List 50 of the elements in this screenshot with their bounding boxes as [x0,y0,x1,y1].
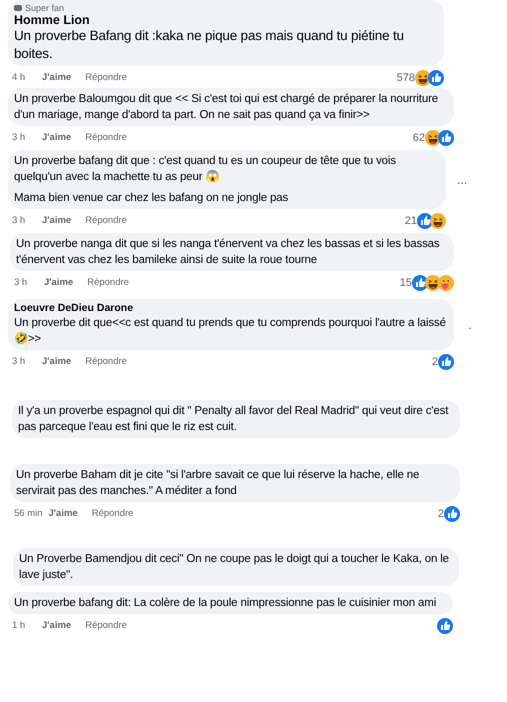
comment-time: 1 h [12,618,26,633]
like-reaction-icon [444,506,460,522]
like-link[interactable]: J'aime [42,70,72,86]
laughing-face-icon [430,213,446,229]
author-name: Homme Lion [14,13,91,27]
like-link[interactable]: J'aime [42,214,72,228]
author-name: Loeuvre DeDieu Darone [14,302,134,315]
reaction-count: 2 [432,354,438,370]
reply-link[interactable]: Répondre [85,618,127,634]
comment-text: Un proverbe Baham dit je cite "si l'arbre savait ce que lui réserve la hache, elle ne servirait pas des manches." A méditer a fond [16,468,420,499]
like-reaction-icon [438,130,454,146]
reaction-count: 21 [404,214,417,229]
like-link[interactable]: J'aime [42,618,72,634]
reaction-count: 15 [400,276,412,291]
comment-text: Il y'a un proverbe espagnol qui dit " Penalty all favor del Real Madrid" qui veut dire c'est pas parceque l'eau est fini que le riz est cuit. [18,404,450,435]
hugging-face-icon [438,275,454,291]
comment-time: 3 h [12,354,26,369]
reply-link[interactable]: Répondre [85,130,127,146]
badge-label: Super fan [25,3,64,13]
badge-icon [14,5,22,11]
reply-link[interactable]: Répondre [85,70,127,86]
comment-time: 3 h [12,130,26,145]
comment-text: Un proverbe bafang dit que : c'est quand tu es un coupeur de tête que tu vois quelqu'un avec la machette tu as peur 😱 [14,154,397,185]
comment-text: Un proverbe nanga dit que si les nanga t'énervent va chez les bassas et si les bassas t'énervent vas chez les bamileke ainsi de suite la roue tourne [16,237,441,268]
reaction-count: 578 [396,70,415,86]
comment-time: 4 h [12,70,26,85]
like-link[interactable]: J'aime [42,130,72,146]
like-reaction-icon [428,70,444,86]
comment-text: Un proverbe dit que<<c est quand tu prends que tu comprends pourquoi l'autre a laissé 🤣>> [14,316,447,347]
more-options-button[interactable]: . [462,314,478,334]
comment-text: Un proverbe bafang dit: La colère de la poule nimpressionne pas le cuisinier mon ami [14,596,438,611]
like-link[interactable]: J'aime [42,354,72,370]
like-link[interactable]: J'aime [44,276,74,290]
reaction-count: 62 [412,130,425,146]
like-reaction-icon [437,618,453,634]
reply-link[interactable]: Répondre [85,354,127,370]
reply-link[interactable]: Répondre [92,506,134,522]
reaction-count: 2 [438,506,444,522]
like-reaction-icon [438,354,454,370]
comment-text: Mama bien venue car chez les bafang on ne jongle pas [14,191,290,206]
comment-text: Un proverbe Bafang dit :kaka ne pique pas mais quand tu piétine tu boites. [14,27,405,63]
comment-time: 3 h [14,276,28,290]
reply-link[interactable]: Répondre [87,276,129,290]
more-options-button[interactable]: ... [454,170,470,190]
comment-text: Un proverbe Baloumgou dit que << Si c'est toi qui est chargé de préparer la nourriture d'un mariage, mange d'abord ta part. On ne sait pas quand ça va finir>> [14,92,439,123]
comment-time: 56 min [14,506,43,521]
comment-time: 3 h [12,214,26,228]
like-link[interactable]: J'aime [48,506,78,522]
comment-text: Un Proverbe Bamendjou dit ceci" On ne coupe pas le doigt qui a toucher le Kaka, on le lave juste". [19,552,450,583]
reply-link[interactable]: Répondre [85,214,127,228]
